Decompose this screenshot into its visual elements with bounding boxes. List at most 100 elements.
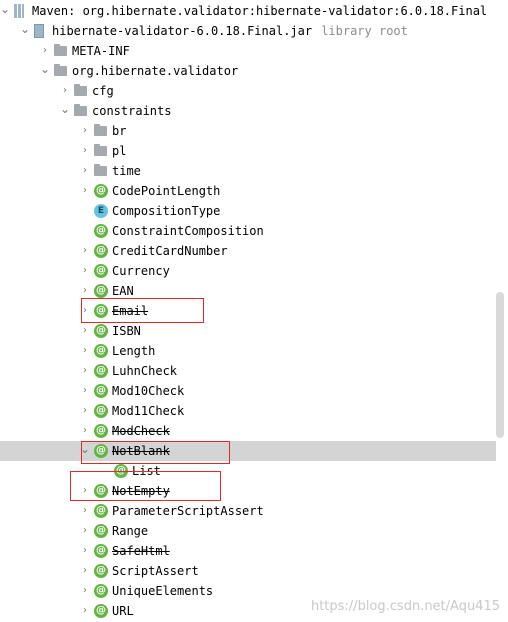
tree-item-label: ParameterScriptAssert: [112, 504, 264, 518]
tree-row[interactable]: ⌄ constraints: [0, 101, 496, 121]
annotation-icon: @: [94, 384, 108, 398]
tree-row[interactable]: › META-INF: [0, 41, 496, 61]
tree-item-label: hibernate-validator-6.0.18.Final.jar: [52, 24, 313, 38]
tree-item-label: META-INF: [72, 44, 130, 58]
chevron-right-icon[interactable]: ›: [78, 581, 92, 601]
folder-icon: [54, 64, 67, 76]
tree-item-label: br: [112, 124, 127, 138]
tree-row[interactable]: › @ Mod10Check: [0, 381, 496, 401]
chevron-right-icon[interactable]: ›: [58, 81, 72, 101]
chevron-right-icon[interactable]: ›: [78, 321, 92, 341]
tree-item-label: ConstraintComposition: [112, 224, 264, 238]
chevron-right-icon[interactable]: ›: [78, 381, 92, 401]
tree-item-label: URL: [112, 604, 134, 618]
tree-item-hint: library root: [321, 24, 408, 38]
tree-item-label: CreditCardNumber: [112, 244, 228, 258]
chevron-right-icon[interactable]: ›: [78, 181, 92, 201]
tree-item-label: Length: [112, 344, 156, 358]
folder-icon: [74, 84, 87, 96]
tree-item-label: time: [112, 164, 141, 178]
tree-item-label: ScriptAssert: [112, 564, 199, 578]
annotation-icon: @: [94, 324, 108, 338]
chevron-down-icon[interactable]: ⌄: [58, 101, 72, 121]
tree-row[interactable]: ⌄ org.hibernate.validator: [0, 61, 496, 81]
chevron-right-icon[interactable]: ›: [78, 421, 92, 441]
tree-row[interactable]: › @ CodePointLength: [0, 181, 496, 201]
annotation-icon: @: [94, 264, 108, 278]
vertical-scrollbar[interactable]: [496, 292, 504, 438]
annotation-icon: @: [94, 224, 108, 238]
library-icon: [14, 4, 24, 18]
chevron-right-icon[interactable]: ›: [78, 401, 92, 421]
tree-row[interactable]: › @ Email: [0, 301, 496, 321]
tree-row[interactable]: › cfg: [0, 81, 496, 101]
watermark: https://blog.csdn.net/Aqu415: [310, 599, 500, 614]
chevron-down-icon[interactable]: ⌄: [38, 61, 52, 81]
tree-row[interactable]: @ ConstraintComposition: [0, 221, 496, 241]
annotation-icon: @: [94, 364, 108, 378]
folder-icon: [94, 124, 107, 136]
tree-item-label: CodePointLength: [112, 184, 221, 198]
tree-row[interactable]: › @ UniqueElements: [0, 581, 496, 601]
tree-item-label: constraints: [92, 104, 172, 118]
tree-row[interactable]: › @ SafeHtml: [0, 541, 496, 561]
tree-row[interactable]: › @ Currency: [0, 261, 496, 281]
tree-row[interactable]: E CompositionType: [0, 201, 496, 221]
tree-row[interactable]: › @ Mod11Check: [0, 401, 496, 421]
chevron-right-icon[interactable]: ›: [78, 141, 92, 161]
tree-row[interactable]: › pl: [0, 141, 496, 161]
tree-item-label: UniqueElements: [112, 584, 214, 598]
folder-icon: [94, 144, 107, 156]
tree-row[interactable]: › br: [0, 121, 496, 141]
tree-row[interactable]: ⌄ Maven: org.hibernate.validator:hibernat…: [0, 1, 496, 21]
annotation-icon: @: [94, 564, 108, 578]
tree-item-label: Mod10Check: [112, 384, 185, 398]
annotation-icon: @: [94, 284, 108, 298]
tree-item-label: Range: [112, 524, 149, 538]
chevron-right-icon[interactable]: ›: [78, 521, 92, 541]
tree-item-label: LuhnCheck: [112, 364, 178, 378]
tree-item-label: cfg: [92, 84, 114, 98]
tree-row[interactable]: › @ Length: [0, 341, 496, 361]
chevron-right-icon[interactable]: ›: [78, 341, 92, 361]
tree-row[interactable]: › @ ISBN: [0, 321, 496, 341]
chevron-right-icon[interactable]: ›: [78, 501, 92, 521]
chevron-down-icon[interactable]: ⌄: [18, 21, 32, 41]
chevron-right-icon[interactable]: ›: [78, 161, 92, 181]
annotation-icon: @: [94, 544, 108, 558]
annotation-icon: @: [94, 504, 108, 518]
chevron-right-icon[interactable]: ›: [78, 241, 92, 261]
tree-item-label: Currency: [112, 264, 170, 278]
annotation-icon: @: [94, 584, 108, 598]
folder-icon: [94, 164, 107, 176]
tree-row[interactable]: › time: [0, 161, 496, 181]
chevron-right-icon[interactable]: ›: [78, 541, 92, 561]
tree-row[interactable]: › @ ModCheck: [0, 421, 496, 441]
chevron-right-icon[interactable]: ›: [38, 41, 52, 61]
folder-icon: [54, 44, 67, 56]
annotation-icon: @: [94, 244, 108, 258]
annotation-icon: @: [94, 524, 108, 538]
chevron-right-icon[interactable]: ›: [78, 561, 92, 581]
tree-row[interactable]: › @ LuhnCheck: [0, 361, 496, 381]
chevron-right-icon[interactable]: ›: [78, 601, 92, 621]
chevron-right-icon[interactable]: ›: [78, 361, 92, 381]
chevron-right-icon[interactable]: ›: [78, 121, 92, 141]
highlight-box-email: [81, 298, 204, 323]
chevron-down-icon[interactable]: ⌄: [0, 1, 12, 21]
project-tree[interactable]: ⌄ Maven: org.hibernate.validator:hibernat…: [0, 0, 508, 622]
chevron-right-icon[interactable]: ›: [78, 261, 92, 281]
tree-row[interactable]: › @ ScriptAssert: [0, 561, 496, 581]
tree-row[interactable]: › @ CreditCardNumber: [0, 241, 496, 261]
tree-row[interactable]: › @ ParameterScriptAssert: [0, 501, 496, 521]
tree-item-label: Maven: org.hibernate.validator:hibernate…: [32, 4, 488, 18]
tree-row[interactable]: ⌄ @ NotBlank: [0, 441, 496, 461]
tree-row[interactable]: ⌄ hibernate-validator-6.0.18.Final.jar lib…: [0, 21, 496, 41]
tree-item-label: Mod11Check: [112, 404, 185, 418]
tree-row[interactable]: › @ Range: [0, 521, 496, 541]
tree-item-label: SafeHtml: [112, 544, 170, 558]
annotation-icon: @: [94, 344, 108, 358]
tree-row[interactable]: › @ EAN: [0, 281, 496, 301]
annotation-icon: @: [94, 424, 108, 438]
annotation-icon: @: [94, 184, 108, 198]
